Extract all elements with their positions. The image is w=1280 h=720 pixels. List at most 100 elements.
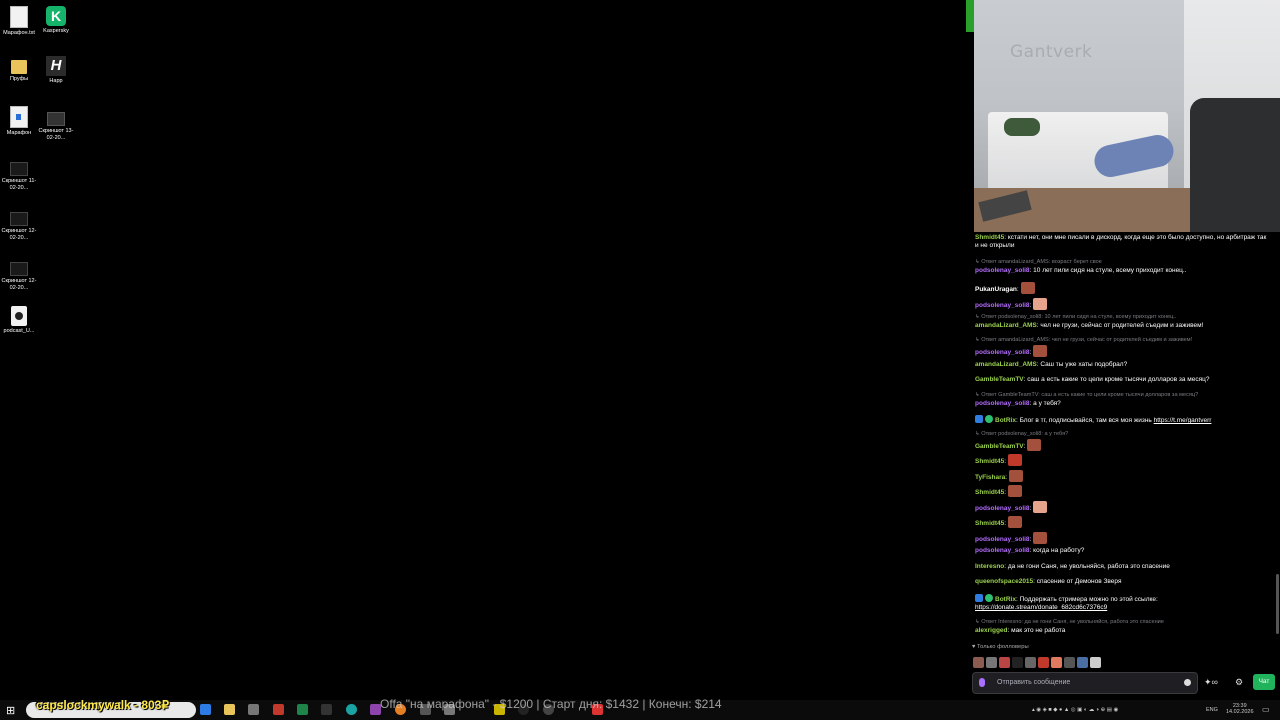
chat-scrollbar[interactable] [1276,574,1279,634]
chat-username[interactable]: Interesno [975,563,1004,570]
chat-log[interactable]: Shmidt45: кстати нет, они мне писали в д… [970,232,1280,668]
points-icon[interactable]: ✦∞ [1204,677,1218,688]
chat-emote[interactable] [1033,298,1048,310]
chat-username[interactable]: Shmidt45 [975,489,1004,496]
chat-message: GambleTeamTV: саш а есть какие то цели к… [975,376,1271,384]
chat-username[interactable]: Shmidt45 [975,458,1004,465]
chat-username[interactable]: podsolenay_soli8 [975,547,1030,554]
bits-icon[interactable] [979,678,985,687]
chat-username[interactable]: amandaLizard_AMS [975,322,1037,329]
emote-suggestion[interactable] [999,657,1010,668]
chat-reply-context[interactable]: ↳ Ответ Interesno: да не гони Саня, не у… [975,618,1271,626]
chat-emote[interactable] [1033,345,1048,357]
desktop-icon-proofs-folder[interactable]: Пруфы [0,56,38,83]
chat-username[interactable]: alexrigged [975,627,1008,634]
notification-icon[interactable]: ▭ [1262,705,1270,714]
obs-icon[interactable] [321,704,332,715]
chat-text: : Поддержать стримера можно по этой ссыл… [1015,596,1158,603]
chat-link[interactable]: https://donate.stream/donate_682cd6c7376… [975,604,1107,611]
chat-message: podsolenay_soli8: [975,298,1271,310]
chat-emote[interactable] [1033,532,1048,544]
desktop-icon-screenshot-12b[interactable]: Скриншот 12-02-20... [0,256,38,291]
verified-badge-icon [985,415,993,423]
chat-reply-context[interactable]: ↳ Ответ podsolenay_soli8: а у тебя? [975,430,1271,438]
desktop-icon-kaspersky[interactable]: K Kaspersky [37,6,75,35]
taskbar-app-icon[interactable] [200,704,211,715]
chat-emote[interactable] [1007,454,1022,466]
chat-username[interactable]: PukanUragan [975,286,1017,293]
desktop-icon-podcast[interactable]: podcast_U... [0,306,38,335]
chat-username[interactable]: GambleTeamTV [975,443,1024,450]
screenshot-thumbnail-icon [10,212,28,226]
emote-suggestion[interactable] [1051,657,1062,668]
emote-suggestion[interactable] [1077,657,1088,668]
desktop-icon-label: Пруфы [9,76,29,82]
chat-username[interactable]: GambleTeamTV [975,376,1024,383]
kaspersky-icon: K [46,6,66,26]
happ-icon: H [46,56,66,76]
emote-suggestion[interactable] [1038,657,1049,668]
desktop-icon-screenshot-12a[interactable]: Скриншот 12-02-20... [0,206,38,241]
chat-emote[interactable] [1008,470,1023,482]
word-document-icon [10,106,28,128]
chat-username[interactable]: TyFishara [975,474,1005,481]
chat-emote[interactable] [1027,439,1042,451]
chat-username[interactable]: queenofspace2015 [975,578,1033,585]
chat-username[interactable]: podsolenay_soli8 [975,349,1030,356]
chat-text: : [1023,443,1026,450]
chat-username[interactable]: podsolenay_soli8 [975,267,1030,274]
chat-reply-context[interactable]: ↳ Ответ podsolenay_soli8: 10 лет пили си… [975,313,1271,321]
windows-start-icon[interactable]: ⊞ [6,704,15,717]
emote-suggestion-bar [973,655,1103,668]
chat-message: Interesno: да не гони Саня, не увольняйс… [975,563,1271,571]
emote-suggestion[interactable] [1025,657,1036,668]
chat-message: BotRix: Поддержать стримера можно по это… [975,594,1271,612]
chat-username[interactable]: podsolenay_soli8 [975,302,1030,309]
chat-message: podsolenay_soli8: 10 лет пили сидя на ст… [975,267,1271,275]
chat-username[interactable]: podsolenay_soli8 [975,536,1030,543]
desktop-icon-happ[interactable]: H Happ [37,56,75,85]
desktop-icon-marathon-doc[interactable]: Марафон [0,106,38,137]
keyboard-language[interactable]: ENG [1206,707,1218,713]
desktop-icon-screenshot-13[interactable]: Скриншот 13-02-20... [37,106,75,141]
emote-suggestion[interactable] [1064,657,1075,668]
chat-text: : [1004,520,1007,527]
chat-username[interactable]: BotRix [995,596,1016,603]
file-explorer-icon[interactable] [224,704,235,715]
chat-emote[interactable] [1007,516,1022,528]
chat-reply-context[interactable]: ↳ Ответ GambleTeamTV: саш а есть какие т… [975,391,1271,399]
emote-picker-icon[interactable] [1184,679,1191,686]
emote-suggestion[interactable] [986,657,997,668]
chat-username[interactable]: Shmidt45 [975,520,1004,527]
window-edge-strip [966,0,974,32]
chat-emote[interactable] [1007,485,1022,497]
chat-reply-context[interactable]: ↳ Ответ amandaLizard_AMS: возраст берет … [975,258,1271,266]
settings-gear-icon[interactable]: ⚙ [1235,677,1243,688]
chat-reply-context[interactable]: ↳ Ответ amandaLizard_AMS: чел не грузи, … [975,336,1271,344]
chat-send-button[interactable]: Чат [1253,674,1275,690]
chat-username[interactable]: amandaLizard_AMS [975,361,1037,368]
chat-username[interactable]: podsolenay_soli8 [975,505,1030,512]
chat-emote[interactable] [1020,282,1035,294]
desktop-icon-screenshot-11[interactable]: Скриншот 11-02-20... [0,156,38,191]
chat-text: : 10 лет пили сидя на стуле, всему прихо… [1029,267,1187,274]
chat-username[interactable]: BotRix [995,417,1016,424]
chat-message: podsolenay_soli8: [975,345,1271,357]
webcam-video[interactable]: Gantverk [974,0,1280,232]
chat-username[interactable]: podsolenay_soli8 [975,400,1030,407]
chat-link[interactable]: https://t.me/gantverr [1154,417,1212,424]
emote-suggestion[interactable] [973,657,984,668]
system-tray-icons[interactable]: ▴ ◉ ◈ ■ ◆ ● ▲ ◎ ▣ ◐ ☁ ◑ ⊕ ▤ ◉ [1032,707,1118,713]
chat-message-input[interactable]: Отправить сообщение [972,672,1198,694]
taskbar-clock[interactable]: 23:39 14.02.2026 [1226,703,1254,715]
desktop-icon-marathon-txt[interactable]: Марафон.txt [0,6,38,37]
taskbar-app-icon[interactable] [273,704,284,715]
taskbar-app-icon[interactable] [248,704,259,715]
taskbar-app-icon[interactable] [297,704,308,715]
chat-username[interactable]: Shmidt45 [975,234,1004,241]
edge-browser-icon[interactable] [346,704,357,715]
desktop-icon-label: Happ [49,78,63,84]
emote-suggestion[interactable] [1012,657,1023,668]
chat-emote[interactable] [1033,501,1048,513]
emote-suggestion[interactable] [1090,657,1101,668]
